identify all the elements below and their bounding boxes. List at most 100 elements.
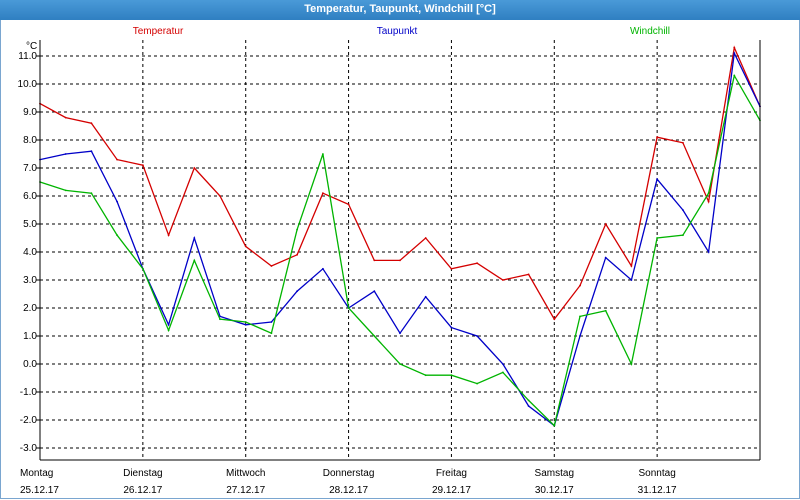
- data-point-taupunkt: [630, 279, 633, 281]
- data-point-taupunkt: [476, 335, 478, 337]
- y-tick-label: 9.0: [23, 107, 37, 118]
- data-point-temperatur: [502, 279, 504, 281]
- data-point-windchill: [296, 228, 298, 231]
- data-point-temperatur: [347, 203, 350, 206]
- data-point-temperatur: [733, 46, 736, 49]
- data-point-temperatur: [527, 273, 530, 276]
- data-point-taupunkt: [502, 363, 504, 365]
- y-tick-label: 5.0: [23, 219, 37, 230]
- y-tick-label: 10.0: [18, 79, 38, 90]
- legend: Temperatur Taupunkt Windchill: [133, 26, 670, 37]
- data-point-windchill: [707, 192, 710, 195]
- x-tick-day-label: Donnerstag: [323, 468, 375, 479]
- x-tick-date-label: 27.12.17: [226, 485, 265, 496]
- data-point-windchill: [424, 374, 427, 377]
- data-point-windchill: [527, 399, 530, 402]
- data-point-temperatur: [219, 195, 221, 197]
- data-point-temperatur: [579, 284, 581, 287]
- y-tick-label: 11.0: [18, 51, 37, 62]
- data-point-temperatur: [142, 164, 144, 167]
- data-point-temperatur: [424, 237, 427, 239]
- data-point-taupunkt: [656, 178, 658, 181]
- data-point-taupunkt: [193, 237, 196, 239]
- data-point-taupunkt: [296, 290, 298, 293]
- data-point-temperatur: [64, 116, 67, 119]
- x-tick-day-label: Mittwoch: [226, 468, 265, 479]
- data-point-temperatur: [553, 318, 556, 321]
- legend-item-windchill: Windchill: [630, 26, 670, 37]
- data-point-windchill: [604, 309, 607, 312]
- data-point-temperatur: [450, 267, 453, 270]
- data-point-windchill: [244, 321, 247, 323]
- data-point-windchill: [193, 259, 196, 262]
- x-tick-date-label: 28.12.17: [329, 485, 368, 496]
- data-point-temperatur: [476, 262, 478, 265]
- y-tick-label: 0.0: [23, 359, 37, 370]
- x-tick-day-label: Samstag: [535, 468, 574, 479]
- data-point-windchill: [399, 363, 401, 365]
- x-tick-day-label: Freitag: [436, 468, 467, 479]
- data-point-windchill: [347, 307, 350, 309]
- x-tick-day-label: Montag: [20, 468, 53, 479]
- data-point-temperatur: [682, 141, 684, 144]
- data-point-taupunkt: [733, 52, 736, 55]
- data-point-windchill: [270, 332, 273, 335]
- data-point-taupunkt: [64, 153, 67, 155]
- data-point-temperatur: [167, 234, 170, 237]
- y-tick-label: 4.0: [23, 247, 37, 258]
- data-point-temperatur: [90, 122, 93, 125]
- data-point-taupunkt: [579, 335, 581, 337]
- x-axis-ticks: Montag 25.12.17 Dienstag 26.12.17 Mittwoch 27…: [20, 468, 677, 496]
- data-point-windchill: [450, 374, 453, 377]
- data-point-windchill: [502, 371, 504, 374]
- data-point-temperatur: [399, 259, 401, 262]
- y-tick-label: 1.0: [23, 331, 37, 342]
- x-tick-date-label: 30.12.17: [535, 485, 574, 496]
- y-axis-ticks: -3.0 -2.0 -1.0 0.0 1.0 2.0 3.0 4.0 5.0 6.0 7.0 8.0 9…: [18, 51, 40, 454]
- data-point-temperatur: [116, 158, 118, 161]
- data-point-temperatur: [244, 245, 247, 248]
- data-point-temperatur: [322, 192, 324, 195]
- data-point-windchill: [373, 335, 376, 337]
- data-point-taupunkt: [116, 200, 118, 203]
- plot-area: [40, 40, 760, 460]
- data-point-taupunkt: [682, 209, 684, 211]
- x-tick-date-label: 26.12.17: [123, 485, 162, 496]
- y-tick-label: 3.0: [23, 275, 37, 286]
- chart-canvas: -3.0 -2.0 -1.0 0.0 1.0 2.0 3.0 4.0 5.0 6.0 7.0 8.0 9…: [18, 26, 761, 496]
- data-point-taupunkt: [270, 321, 273, 323]
- data-point-windchill: [579, 315, 581, 318]
- data-point-windchill: [630, 363, 633, 365]
- data-point-taupunkt: [450, 326, 453, 329]
- data-point-windchill: [476, 382, 478, 385]
- data-point-windchill: [90, 192, 93, 195]
- data-point-taupunkt: [604, 256, 607, 259]
- y-axis-unit: °C: [26, 41, 37, 52]
- y-tick-label: 7.0: [23, 163, 37, 174]
- data-point-temperatur: [270, 265, 273, 267]
- data-point-temperatur: [373, 259, 376, 262]
- data-point-taupunkt: [527, 405, 530, 407]
- data-point-taupunkt: [707, 251, 710, 253]
- data-point-taupunkt: [167, 323, 170, 326]
- y-tick-label: -1.0: [20, 387, 38, 398]
- data-point-temperatur: [193, 167, 196, 169]
- x-tick-day-label: Sonntag: [639, 468, 676, 479]
- data-point-windchill: [116, 234, 118, 237]
- data-point-windchill: [142, 267, 144, 270]
- x-tick-date-label: 31.12.17: [638, 485, 677, 496]
- legend-item-taupunkt: Taupunkt: [377, 26, 418, 37]
- data-point-windchill: [733, 74, 736, 77]
- y-tick-label: 2.0: [23, 303, 37, 314]
- data-point-windchill: [167, 329, 170, 332]
- y-tick-label: 8.0: [23, 135, 37, 146]
- data-point-taupunkt: [90, 150, 93, 153]
- legend-item-temperatur: Temperatur: [133, 26, 184, 37]
- data-point-taupunkt: [322, 267, 324, 270]
- x-tick-date-label: 29.12.17: [432, 485, 471, 496]
- y-tick-label: 6.0: [23, 191, 37, 202]
- y-tick-label: -3.0: [20, 443, 38, 454]
- data-point-taupunkt: [244, 323, 247, 326]
- data-point-taupunkt: [399, 332, 401, 335]
- data-point-windchill: [219, 318, 221, 321]
